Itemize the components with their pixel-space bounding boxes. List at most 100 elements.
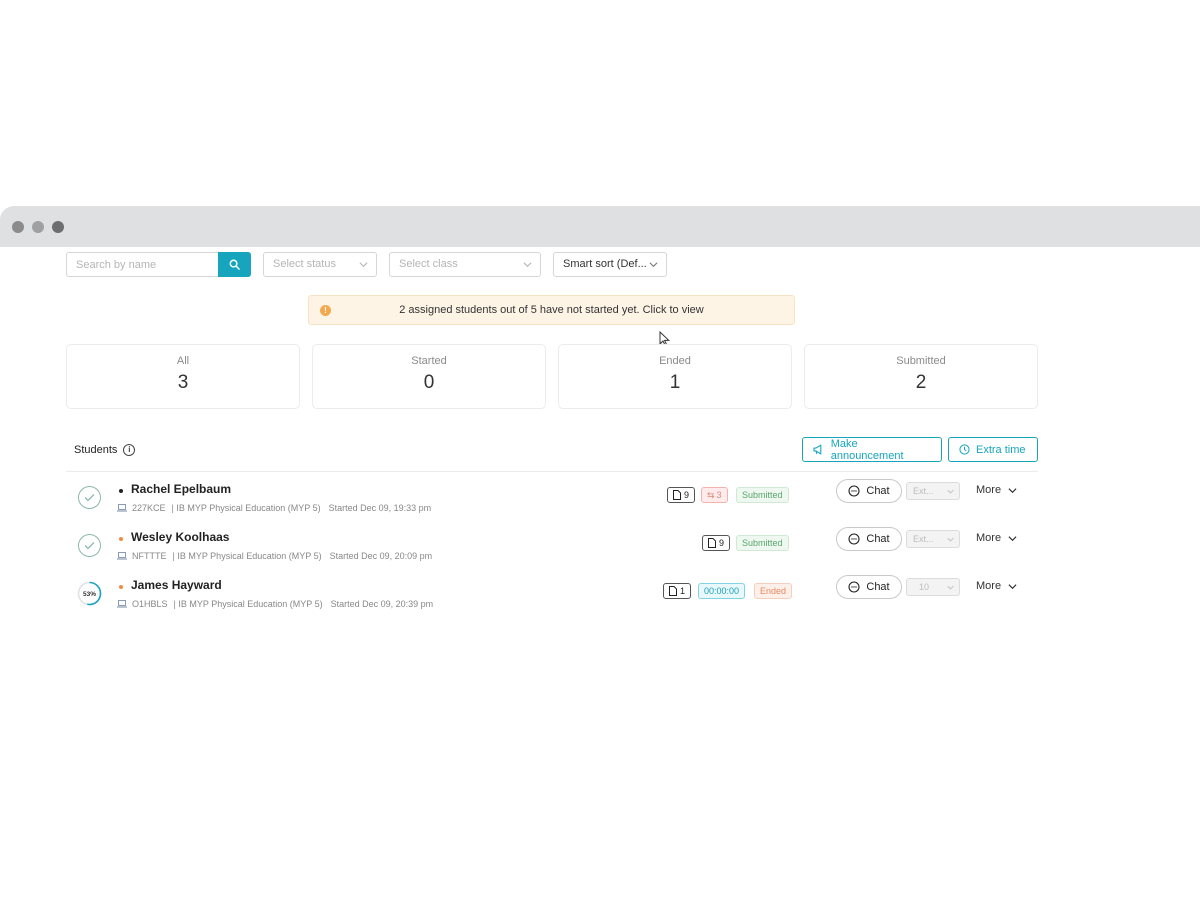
student-name[interactable]: James Hayward — [131, 578, 222, 592]
status-badge: Submitted — [736, 535, 789, 551]
more-label: More — [976, 532, 1002, 544]
student-row[interactable]: Wesley Koolhaas NFTTTE | IB MYP Physical… — [66, 526, 1038, 572]
window-title-bar — [0, 206, 1200, 247]
more-menu[interactable]: More — [976, 580, 1017, 592]
extra-time-label: Extra time — [976, 443, 1026, 456]
stat-label: Started — [411, 355, 447, 367]
student-started: Started Dec 09, 20:39 pm — [330, 599, 434, 609]
student-class: | IB MYP Physical Education (MYP 5) — [173, 599, 323, 609]
chat-label: Chat — [866, 485, 890, 497]
search-button[interactable] — [218, 252, 251, 277]
extend-time-value: Ext... — [913, 534, 934, 544]
stat-value: 3 — [177, 372, 189, 393]
timer-badge: 00:00:00 — [698, 583, 746, 599]
warning-icon: ! — [320, 305, 331, 316]
documents-badge: 9 — [667, 487, 696, 503]
search-box — [66, 252, 251, 277]
notice-text: 2 assigned students out of 5 have not st… — [399, 304, 704, 316]
more-label: More — [976, 580, 1002, 592]
stat-label: Ended — [659, 355, 691, 367]
extend-time-value: 10 — [919, 582, 930, 592]
flags-count: 3 — [716, 490, 722, 500]
extend-time-select[interactable]: Ext... — [906, 530, 960, 548]
laptop-icon — [117, 504, 127, 512]
flags-badge: ⇆ 3 — [701, 487, 728, 503]
sort-select-label: Smart sort (Def... — [563, 258, 647, 270]
students-title: Students — [74, 444, 118, 456]
documents-count: 1 — [680, 586, 686, 596]
student-meta: 227KCE | IB MYP Physical Education (MYP … — [117, 503, 431, 513]
student-class: | IB MYP Physical Education (MYP 5) — [172, 551, 322, 561]
chevron-down-icon — [1008, 583, 1017, 589]
extend-time-select[interactable]: 10 — [906, 578, 960, 596]
presence-dot — [119, 585, 123, 589]
status-badge: Ended — [754, 583, 793, 599]
status-select-label: Select status — [273, 258, 336, 270]
clock-icon — [959, 444, 970, 455]
chevron-down-icon — [649, 262, 658, 268]
documents-count: 9 — [719, 538, 725, 548]
stat-label: All — [176, 355, 190, 367]
chevron-down-icon — [947, 585, 954, 590]
chat-icon — [848, 533, 860, 545]
laptop-icon — [117, 600, 127, 608]
stat-card-started[interactable]: Started 0 — [312, 344, 546, 409]
swap-icon: ⇆ — [707, 490, 715, 500]
info-icon[interactable]: i — [123, 444, 136, 456]
student-meta: O1HBLS | IB MYP Physical Education (MYP … — [117, 599, 433, 609]
status-select[interactable]: Select status — [263, 252, 377, 277]
chat-icon — [848, 581, 860, 593]
search-input[interactable] — [67, 253, 218, 276]
megaphone-icon — [813, 444, 822, 455]
document-icon — [708, 538, 716, 548]
stat-card-all[interactable]: All 3 — [66, 344, 300, 409]
more-label: More — [976, 484, 1002, 496]
chevron-down-icon — [523, 262, 532, 268]
student-code: O1HBLS — [132, 599, 168, 609]
students-heading: Students i — [74, 444, 136, 456]
chat-button[interactable]: Chat — [836, 527, 902, 551]
chevron-down-icon — [1008, 487, 1017, 493]
student-name[interactable]: Wesley Koolhaas — [131, 530, 229, 544]
completed-check-icon — [78, 534, 101, 557]
laptop-icon — [117, 552, 127, 560]
student-row[interactable]: 53% James Hayward O1HBLS | IB MYP Physic… — [66, 574, 1038, 620]
window-maximize-icon[interactable] — [52, 221, 64, 233]
make-announcement-button[interactable]: Make announcement — [802, 437, 942, 462]
window-minimize-icon[interactable] — [32, 221, 44, 233]
sort-select[interactable]: Smart sort (Def... — [553, 252, 667, 277]
make-announcement-label: Make announcement — [830, 437, 904, 462]
documents-badge: 1 — [663, 583, 692, 599]
student-class: | IB MYP Physical Education (MYP 5) — [171, 503, 321, 513]
student-row[interactable]: Rachel Epelbaum 227KCE | IB MYP Physical… — [66, 478, 1038, 524]
class-select[interactable]: Select class — [389, 252, 541, 277]
search-icon — [229, 259, 240, 270]
chat-button[interactable]: Chat — [836, 479, 902, 503]
document-icon — [669, 586, 677, 596]
class-select-label: Select class — [399, 258, 458, 270]
extend-time-select[interactable]: Ext... — [906, 482, 960, 500]
stat-value: 2 — [915, 372, 927, 393]
more-menu[interactable]: More — [976, 484, 1017, 496]
stat-card-ended[interactable]: Ended 1 — [558, 344, 792, 409]
chat-label: Chat — [866, 533, 890, 545]
presence-dot — [119, 489, 123, 493]
divider — [66, 471, 1038, 472]
chat-label: Chat — [866, 581, 890, 593]
window-close-icon[interactable] — [12, 221, 24, 233]
stat-value: 1 — [669, 372, 681, 393]
chat-icon — [848, 485, 860, 497]
not-started-notice[interactable]: ! 2 assigned students out of 5 have not … — [308, 295, 795, 325]
extra-time-button[interactable]: Extra time — [948, 437, 1038, 462]
progress-ring: 53% — [77, 581, 102, 606]
student-code: NFTTTE — [132, 551, 167, 561]
more-menu[interactable]: More — [976, 532, 1017, 544]
documents-badge: 9 — [702, 535, 731, 551]
stat-card-submitted[interactable]: Submitted 2 — [804, 344, 1038, 409]
completed-check-icon — [78, 486, 101, 509]
presence-dot — [119, 537, 123, 541]
chat-button[interactable]: Chat — [836, 575, 902, 599]
student-name[interactable]: Rachel Epelbaum — [131, 482, 231, 496]
student-code: 227KCE — [132, 503, 166, 513]
chevron-down-icon — [947, 489, 954, 494]
